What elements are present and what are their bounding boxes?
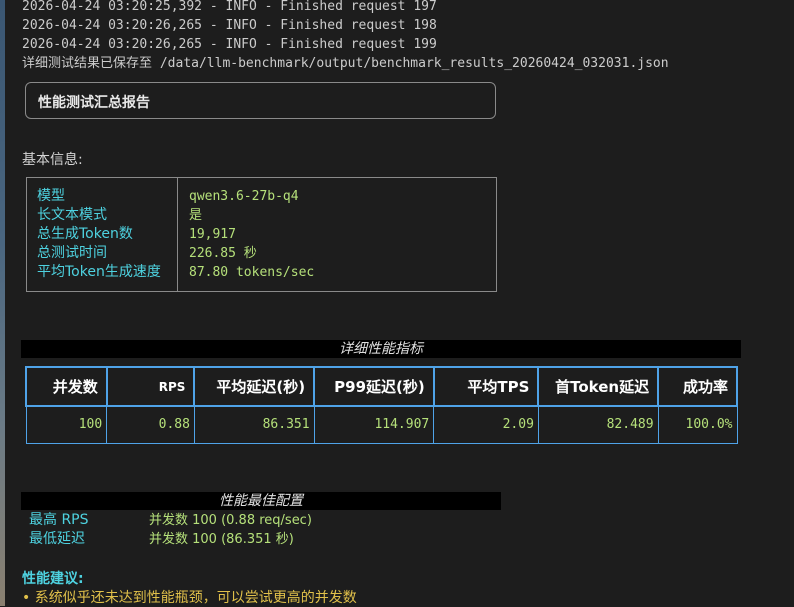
header-concurrency: 并发数 — [25, 366, 108, 407]
basic-info-table: 模型 qwen3.6-27b-q4 长文本模式 是 总生成Token数 19,9… — [26, 177, 497, 292]
log-line: 2026-04-24 03:20:26,265 - INFO - Finishe… — [22, 18, 437, 33]
info-value-total-time: 226.85 秒 — [189, 246, 257, 261]
best-key-rps: 最高 RPS — [29, 512, 89, 528]
log-line: 2026-04-24 03:20:26,265 - INFO - Finishe… — [22, 37, 437, 52]
basic-info-label: 基本信息: — [22, 152, 83, 168]
advice-item: • 系统似乎还未达到性能瓶颈，可以尝试更高的并发数 — [22, 590, 357, 606]
table-row: 100 0.88 86.351 114.907 2.09 82.489 100.… — [25, 405, 738, 444]
info-value-total-tokens: 19,917 — [189, 227, 236, 242]
metrics-section-bar: 详细性能指标 — [21, 340, 741, 358]
header-avg-tps: 平均TPS — [432, 366, 540, 407]
cell-p99-latency: 114.907 — [313, 405, 435, 444]
cell-concurrency: 100 — [25, 405, 108, 444]
info-value-long-text: 是 — [189, 208, 203, 223]
cell-avg-tps: 2.09 — [433, 405, 539, 444]
header-rps: RPS — [105, 366, 196, 407]
header-p99-latency: P99延迟(秒) — [313, 366, 435, 407]
table-header-row: 并发数 RPS 平均延迟(秒) P99延迟(秒) 平均TPS 首Token延迟 … — [25, 366, 738, 407]
cell-first-token: 82.489 — [537, 405, 659, 444]
metrics-table: 并发数 RPS 平均延迟(秒) P99延迟(秒) 平均TPS 首Token延迟 … — [25, 366, 738, 444]
report-title-panel: 性能测试汇总报告 — [25, 82, 496, 119]
info-key-long-text: 长文本模式 — [37, 207, 107, 223]
log-line: 2026-04-24 03:20:25,392 - INFO - Finishe… — [22, 0, 437, 14]
best-value-latency: 并发数 100 (86.351 秒) — [149, 532, 294, 547]
desktop-edge — [0, 0, 5, 606]
saved-path-line: 详细测试结果已保存至 /data/llm-benchmark/output/be… — [22, 54, 669, 73]
metrics-title: 详细性能指标 — [339, 341, 423, 357]
saved-path: /data/llm-benchmark/output/benchmark_res… — [152, 56, 669, 71]
best-value-rps: 并发数 100 (0.88 req/sec) — [149, 513, 312, 528]
info-key-avg-speed: 平均Token生成速度 — [37, 264, 161, 280]
header-avg-latency: 平均延迟(秒) — [193, 366, 316, 407]
best-section-bar: 性能最佳配置 — [21, 492, 501, 510]
info-key-total-time: 总测试时间 — [37, 245, 107, 261]
info-value-avg-speed: 87.80 tokens/sec — [189, 265, 315, 280]
info-key-total-tokens: 总生成Token数 — [37, 226, 133, 242]
header-success-rate: 成功率 — [657, 366, 738, 407]
cell-rps: 0.88 — [106, 405, 195, 444]
best-title: 性能最佳配置 — [219, 493, 303, 509]
advice-title: 性能建议: — [22, 571, 84, 587]
header-first-token: 首Token延迟 — [537, 366, 660, 407]
column-divider — [177, 178, 178, 291]
report-title: 性能测试汇总报告 — [38, 95, 150, 111]
cell-success-rate: 100.0% — [657, 405, 738, 444]
info-key-model: 模型 — [37, 188, 65, 204]
saved-prefix: 详细测试结果已保存至 — [22, 56, 153, 71]
cell-avg-latency: 86.351 — [193, 405, 315, 444]
info-value-model: qwen3.6-27b-q4 — [189, 189, 299, 204]
best-key-latency: 最低延迟 — [29, 531, 85, 547]
